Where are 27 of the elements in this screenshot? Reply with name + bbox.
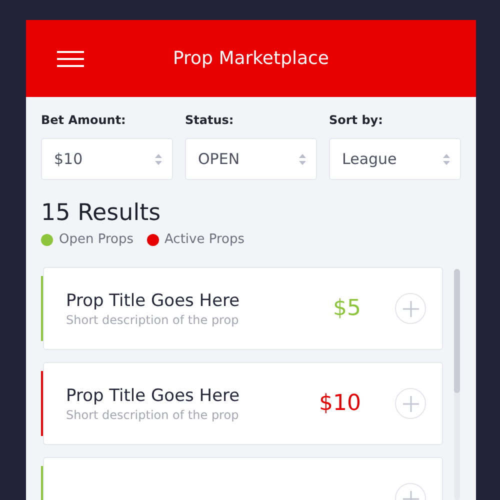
- prop-price: $5: [333, 296, 362, 321]
- filter-label: Status:: [185, 113, 234, 127]
- add-button[interactable]: [395, 293, 426, 324]
- prop-card[interactable]: Prop Title Goes Here Short description of the prop $10: [43, 362, 444, 445]
- sort-arrows-icon: [443, 154, 450, 164]
- select-field[interactable]: $10: [41, 138, 173, 180]
- add-button[interactable]: [395, 388, 426, 419]
- prop-description: Short description of the prop: [66, 312, 239, 326]
- sort-arrows-icon: [299, 154, 306, 164]
- menu-icon[interactable]: [57, 50, 84, 68]
- prop-title: Prop Title Goes Here: [66, 386, 240, 406]
- prop-card[interactable]: Prop Title Goes Here Short description of the prop $5: [43, 267, 444, 350]
- prop-description: Short description of the prop: [66, 408, 239, 422]
- select-field[interactable]: League: [329, 138, 461, 180]
- plus-icon: [402, 300, 419, 316]
- results-count: 15 Results: [40, 200, 162, 226]
- prop-price: $10: [319, 391, 362, 416]
- sort-arrows-icon: [155, 154, 162, 164]
- legend-label: Open Props: [59, 232, 134, 247]
- select-field[interactable]: OPEN: [185, 138, 317, 180]
- scrollbar-thumb[interactable]: [454, 269, 460, 393]
- plus-icon: [402, 396, 419, 412]
- prop-title: Prop Title Goes Here: [66, 290, 240, 310]
- legend-label: Active Props: [164, 232, 245, 247]
- filter-label: Bet Amount:: [41, 113, 126, 127]
- filter-label: Sort by:: [329, 113, 383, 127]
- header-title: Prop Marketplace: [172, 48, 329, 69]
